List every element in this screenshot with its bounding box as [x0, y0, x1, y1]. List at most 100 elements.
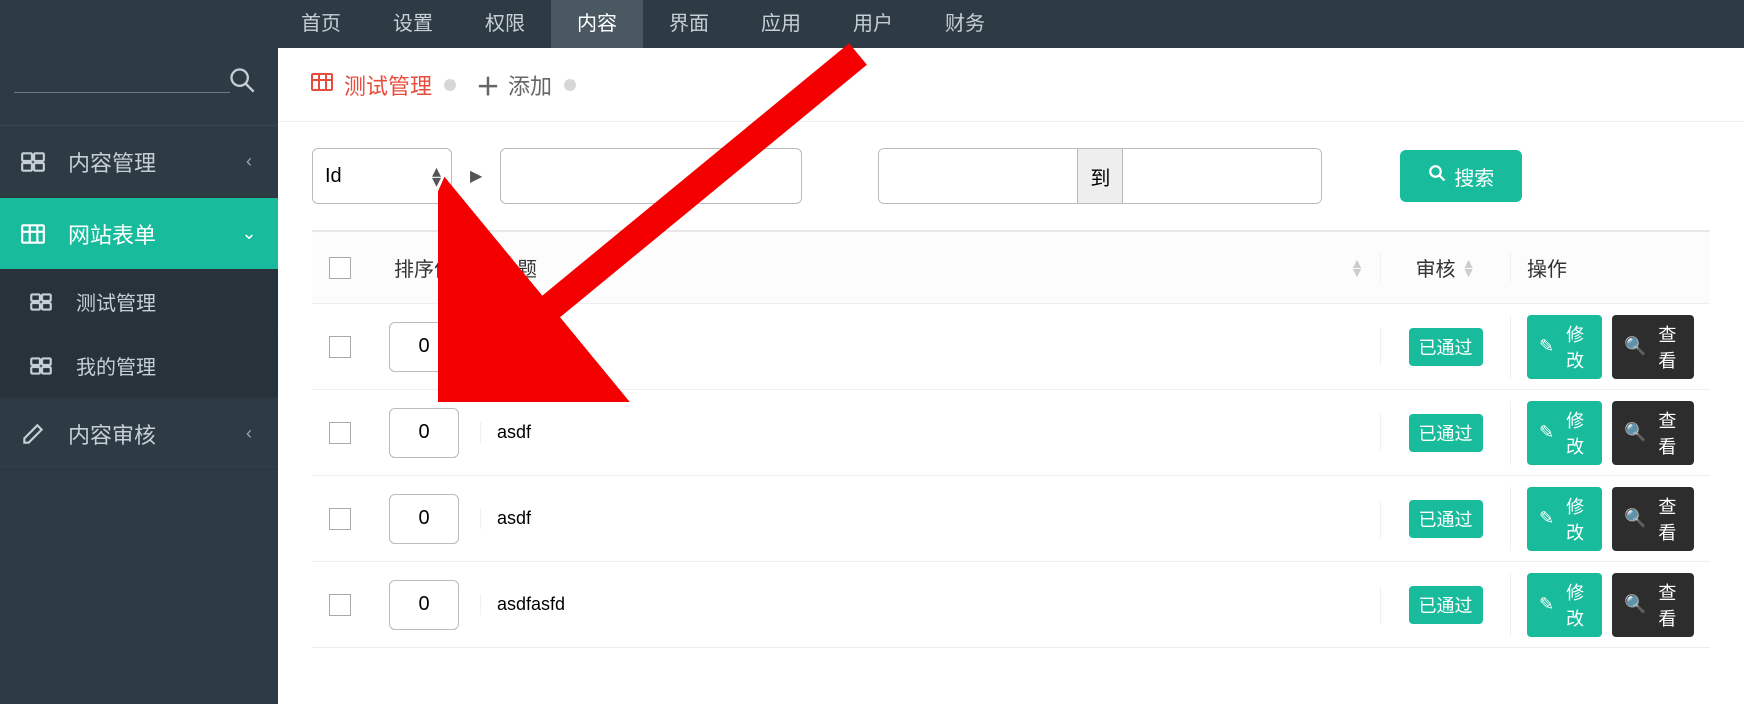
tab-dot-icon — [564, 79, 576, 91]
range-from-input[interactable] — [879, 149, 1077, 203]
row-checkbox[interactable] — [329, 594, 351, 616]
search-icon: 🔍 — [1624, 336, 1646, 357]
search-icon[interactable] — [228, 66, 256, 94]
sidebar-sub-my-mgmt[interactable]: 我的管理 — [0, 334, 278, 398]
chevron-left-icon: ‹ — [240, 151, 258, 172]
sort-input[interactable] — [389, 408, 459, 458]
search-icon — [1428, 164, 1446, 188]
range-to-input[interactable] — [1123, 149, 1321, 203]
grid-small-icon — [28, 353, 54, 379]
search-icon: 🔍 — [1624, 508, 1646, 529]
search-icon: 🔍 — [1624, 594, 1646, 615]
main-area: 测试管理 ＋ 添加 Id ▴▾ ▶ 到 搜索 排序值 — [278, 48, 1744, 704]
subject-text: asdf — [497, 508, 531, 529]
tab-label: 测试管理 — [344, 69, 432, 101]
edit-button[interactable]: ✎修改 — [1527, 487, 1602, 551]
sidebar-sub-test-mgmt[interactable]: 测试管理 — [0, 270, 278, 334]
sidebar-item-label: 内容审核 — [68, 418, 240, 450]
sort-input[interactable] — [389, 580, 459, 630]
tab-label: 添加 — [508, 69, 552, 101]
sidebar-item-content-mgmt[interactable]: 内容管理 ‹ — [0, 126, 278, 198]
table-icon — [20, 221, 46, 247]
field-select-value: Id — [325, 165, 342, 188]
col-audit[interactable]: 审核 ▲▼ — [1380, 253, 1510, 282]
sidebar-search-underline — [14, 92, 230, 93]
field-select[interactable]: Id ▴▾ — [312, 148, 452, 204]
edit-button[interactable]: ✎修改 — [1527, 315, 1602, 379]
select-all-checkbox[interactable] — [329, 257, 351, 279]
sidebar-item-label: 我的管理 — [76, 351, 258, 380]
col-ops-label: 操作 — [1527, 253, 1567, 282]
col-sort[interactable]: 排序值 — [368, 253, 480, 282]
nav-ui[interactable]: 界面 — [643, 0, 735, 48]
chevron-left-icon: ‹ — [240, 423, 258, 444]
subject-text: asdf — [497, 422, 531, 443]
status-badge[interactable]: 已通过 — [1409, 414, 1483, 452]
col-subject[interactable]: 主题 ▲▼ — [480, 253, 1380, 282]
edit-button[interactable]: ✎修改 — [1527, 573, 1602, 637]
nav-settings[interactable]: 设置 — [367, 0, 459, 48]
col-ops: 操作 — [1510, 253, 1710, 282]
sort-icon: ▲▼ — [1350, 259, 1364, 277]
sidebar-item-label: 内容管理 — [68, 146, 240, 178]
sort-input[interactable] — [389, 322, 459, 372]
search-button-label: 搜索 — [1454, 162, 1494, 191]
top-nav: 首页 设置 权限 内容 界面 应用 用户 财务 — [0, 0, 1744, 48]
grid-icon — [20, 149, 46, 175]
table-header: 排序值 主题 ▲▼ 审核 ▲▼ 操作 — [312, 232, 1710, 304]
edit-icon: ✎ — [1539, 336, 1554, 357]
search-button[interactable]: 搜索 — [1400, 150, 1522, 202]
row-checkbox[interactable] — [329, 422, 351, 444]
date-range: 到 — [878, 148, 1322, 204]
col-subject-label: 主题 — [497, 253, 537, 282]
status-badge[interactable]: 已通过 — [1409, 500, 1483, 538]
status-badge[interactable]: 已通过 — [1409, 328, 1483, 366]
subject-text: asdfasfd — [497, 594, 565, 615]
subject-text: df — [497, 336, 512, 357]
table-row: asdf 已通过 ✎修改🔍查看 — [312, 390, 1710, 476]
tab-dot-icon — [444, 79, 456, 91]
row-checkbox[interactable] — [329, 336, 351, 358]
nav-finance[interactable]: 财务 — [919, 0, 1011, 48]
tab-bar: 测试管理 ＋ 添加 — [278, 48, 1744, 122]
table-row: df 已通过 ✎修改🔍查看 — [312, 304, 1710, 390]
nav-content[interactable]: 内容 — [551, 0, 643, 48]
sort-input[interactable] — [389, 494, 459, 544]
table-icon — [310, 70, 334, 100]
search-icon: 🔍 — [1624, 422, 1646, 443]
status-badge[interactable]: 已通过 — [1409, 586, 1483, 624]
edit-button[interactable]: ✎修改 — [1527, 401, 1602, 465]
sidebar-item-content-review[interactable]: 内容审核 ‹ — [0, 398, 278, 470]
data-table: 排序值 主题 ▲▼ 审核 ▲▼ 操作 df已通过✎修改🔍查看asdf已通过✎修改… — [312, 230, 1710, 648]
nav-users[interactable]: 用户 — [827, 0, 919, 48]
sidebar-search-row — [0, 48, 278, 126]
nav-permissions[interactable]: 权限 — [459, 0, 551, 48]
view-button[interactable]: 🔍查看 — [1612, 315, 1694, 379]
tab-add[interactable]: ＋ 添加 — [476, 67, 586, 102]
nav-apps[interactable]: 应用 — [735, 0, 827, 48]
table-row: asdf 已通过 ✎修改🔍查看 — [312, 476, 1710, 562]
nav-home[interactable]: 首页 — [275, 0, 367, 48]
edit-icon: ✎ — [1539, 508, 1554, 529]
triangle-right-icon: ▶ — [470, 166, 482, 186]
edit-icon: ✎ — [1539, 422, 1554, 443]
view-button[interactable]: 🔍查看 — [1612, 573, 1694, 637]
col-audit-label: 审核 — [1416, 253, 1456, 282]
range-to-label: 到 — [1077, 149, 1123, 203]
col-sort-label: 排序值 — [394, 253, 454, 282]
sidebar-item-site-forms[interactable]: 网站表单 ⌄ — [0, 198, 278, 270]
row-checkbox[interactable] — [329, 508, 351, 530]
edit-icon: ✎ — [1539, 594, 1554, 615]
filter-bar: Id ▴▾ ▶ 到 搜索 — [278, 122, 1744, 230]
sidebar-item-label: 测试管理 — [76, 287, 258, 316]
grid-small-icon — [28, 289, 54, 315]
sidebar: 内容管理 ‹ 网站表单 ⌄ 测试管理 我的管理 内容审核 ‹ — [0, 48, 278, 704]
view-button[interactable]: 🔍查看 — [1612, 401, 1694, 465]
filter-text-input[interactable] — [500, 148, 802, 204]
edit-icon — [20, 421, 46, 447]
tab-test-mgmt[interactable]: 测试管理 — [310, 69, 466, 101]
chevron-down-icon: ⌄ — [240, 223, 258, 244]
table-row: asdfasfd 已通过 ✎修改🔍查看 — [312, 562, 1710, 648]
view-button[interactable]: 🔍查看 — [1612, 487, 1694, 551]
sort-icon: ▲▼ — [1462, 259, 1476, 277]
